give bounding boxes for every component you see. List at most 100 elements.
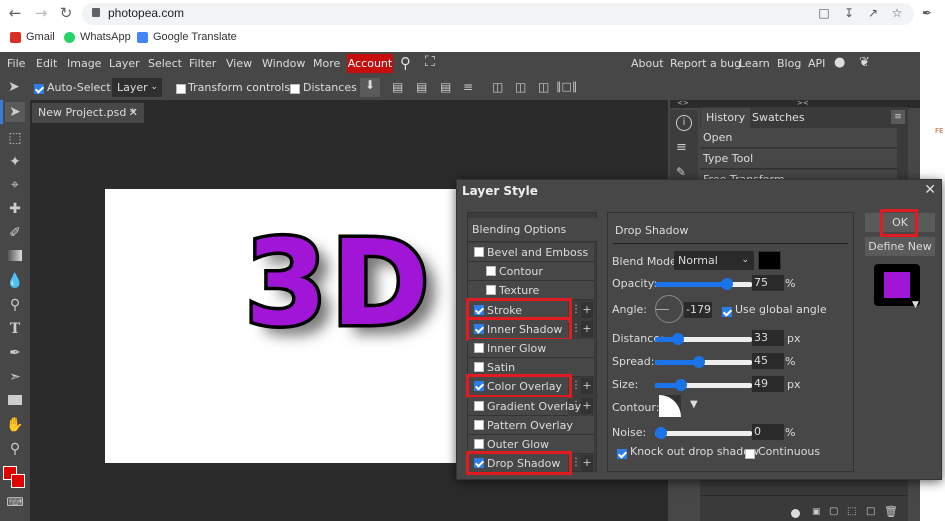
close-tab-icon[interactable]: ✕ <box>129 103 138 123</box>
menu-window[interactable]: Window <box>262 57 305 70</box>
menu-image[interactable]: Image <box>67 57 101 70</box>
align-right-icon[interactable]: ▤ <box>440 80 451 94</box>
download-icon[interactable]: ⬇ <box>360 78 380 97</box>
style-checkbox[interactable] <box>474 362 484 373</box>
add-style-button[interactable]: + <box>581 397 593 414</box>
align-center-icon[interactable]: ▤ <box>416 80 427 94</box>
paragraph-icon[interactable]: ✎ <box>676 165 692 179</box>
link-learn[interactable]: Learn <box>739 57 770 70</box>
adjustments-icon[interactable]: ≡ <box>676 140 692 155</box>
close-icon[interactable]: ✕ <box>924 182 936 198</box>
spread-input[interactable]: 45 <box>752 353 784 369</box>
canvas[interactable]: 3D <box>105 189 460 463</box>
link-blog[interactable]: Blog <box>777 57 801 70</box>
layer-icon[interactable]: □ <box>866 506 875 517</box>
style-checkbox[interactable] <box>474 439 484 449</box>
gradient-tool[interactable] <box>5 247 25 267</box>
style-item-gradient-overlay[interactable]: Gradient Overlay <box>468 396 581 416</box>
define-new-button[interactable]: Define New <box>865 237 935 256</box>
style-checkbox[interactable] <box>474 400 484 411</box>
back-icon[interactable]: ← <box>6 4 24 22</box>
crop-tool[interactable]: ⌖ <box>5 175 25 195</box>
size-slider[interactable] <box>655 379 752 391</box>
move-tool[interactable]: ➤ <box>5 102 25 122</box>
blur-tool[interactable]: 💧 <box>5 271 25 291</box>
history-item[interactable]: Type Tool <box>700 149 897 169</box>
eyedropper-icon[interactable]: ✒ <box>920 6 934 20</box>
magic-wand-tool[interactable]: ✦ <box>5 152 25 172</box>
distances-checkbox[interactable] <box>290 82 300 95</box>
add-style-button[interactable]: + <box>581 378 593 395</box>
style-item-inner-glow[interactable]: Inner Glow <box>468 339 594 358</box>
clipboard-icon[interactable]: □ <box>817 6 831 20</box>
bookmark-whatsapp[interactable]: WhatsApp <box>64 31 131 43</box>
angle-dial[interactable] <box>655 295 683 323</box>
angle-input[interactable]: -179 <box>684 302 712 318</box>
path-select-tool[interactable]: ➣ <box>5 367 25 387</box>
expand-panel-icon[interactable]: <> <box>677 99 689 107</box>
menu-filter[interactable]: Filter <box>189 57 216 70</box>
knockout-checkbox[interactable] <box>617 447 627 460</box>
style-checkbox[interactable] <box>486 285 496 296</box>
contour-dropdown-icon[interactable]: ▼ <box>690 399 698 410</box>
menu-edit[interactable]: Edit <box>36 57 57 70</box>
menu-view[interactable]: View <box>226 57 252 70</box>
twitter-icon[interactable]: ❦ <box>859 55 870 70</box>
document-tab[interactable]: New Project.psd * ✕ <box>32 103 144 123</box>
blend-mode-dropdown[interactable]: Normal ⌄ <box>674 251 754 270</box>
style-checkbox[interactable] <box>474 343 484 353</box>
add-style-button[interactable]: + <box>581 320 593 337</box>
zoom-tool[interactable]: ⚲ <box>5 439 25 459</box>
type-tool[interactable]: T <box>5 319 25 339</box>
distribute-vertical-icon[interactable]: ≡ <box>463 80 473 94</box>
blending-options[interactable]: Blending Options <box>468 218 598 242</box>
link-about[interactable]: About <box>631 57 664 70</box>
info-icon[interactable]: i <box>676 115 692 131</box>
keyboard-icon[interactable]: ⌨ <box>5 492 25 512</box>
marquee-tool[interactable]: ⬚ <box>5 128 25 148</box>
link-api[interactable]: API <box>808 57 825 70</box>
menu-layer[interactable]: Layer <box>109 57 140 70</box>
opacity-input[interactable]: 75 <box>752 275 784 291</box>
continuous-checkbox[interactable] <box>745 447 755 460</box>
url-text[interactable]: photopea.com <box>108 6 184 20</box>
reload-icon[interactable]: ↻ <box>57 4 75 22</box>
new-snapshot-icon[interactable] <box>791 509 800 518</box>
style-checkbox[interactable] <box>474 419 484 430</box>
dodge-tool[interactable]: ⚲ <box>5 295 25 315</box>
style-checkbox[interactable] <box>474 247 484 257</box>
preview-dropdown-icon[interactable]: ▼ <box>912 300 919 310</box>
distance-slider[interactable] <box>655 333 752 345</box>
add-style-button[interactable]: + <box>581 301 593 318</box>
install-icon[interactable]: ↧ <box>842 6 856 20</box>
style-checkbox[interactable] <box>486 266 496 277</box>
menu-select[interactable]: Select <box>148 57 182 70</box>
trash-icon[interactable]: 🗑 <box>884 505 898 518</box>
shadow-color-swatch[interactable] <box>758 251 781 270</box>
noise-slider[interactable] <box>655 427 752 439</box>
style-item-bevel-and-emboss[interactable]: Bevel and Emboss <box>468 243 594 262</box>
history-item[interactable]: Open <box>700 128 897 148</box>
bookmark-gmail[interactable]: Gmail <box>10 31 55 43</box>
tab-swatches[interactable]: Swatches <box>747 108 810 128</box>
noise-input[interactable]: 0 <box>752 424 784 440</box>
selection-icon[interactable]: ⬚ <box>847 506 856 517</box>
distance-input[interactable]: 33 <box>752 330 784 346</box>
bookmark-star-icon[interactable]: ☆ <box>890 6 904 20</box>
align-bottom-icon[interactable]: ◫ <box>538 80 549 94</box>
style-item-pattern-overlay[interactable]: Pattern Overlay <box>468 415 594 435</box>
brush-tool[interactable]: ✐ <box>5 223 25 243</box>
frame-icon[interactable]: ▢ <box>829 506 838 517</box>
bookmark-google-translate[interactable]: Google Translate <box>137 31 237 43</box>
align-top-icon[interactable]: ◫ <box>492 80 503 94</box>
background-color-swatch[interactable] <box>11 474 25 488</box>
contour-preview[interactable] <box>659 395 681 417</box>
auto-select-checkbox[interactable] <box>34 82 44 95</box>
distribute-horizontal-icon[interactable]: ∥□∥ <box>556 80 577 93</box>
rectangle-tool[interactable] <box>5 391 25 411</box>
healing-brush-tool[interactable]: ✚ <box>5 199 25 219</box>
add-style-button[interactable]: + <box>581 455 593 472</box>
opacity-slider[interactable] <box>655 278 752 290</box>
tab-history[interactable]: History <box>701 108 751 128</box>
hand-tool[interactable]: ✋ <box>5 415 25 435</box>
